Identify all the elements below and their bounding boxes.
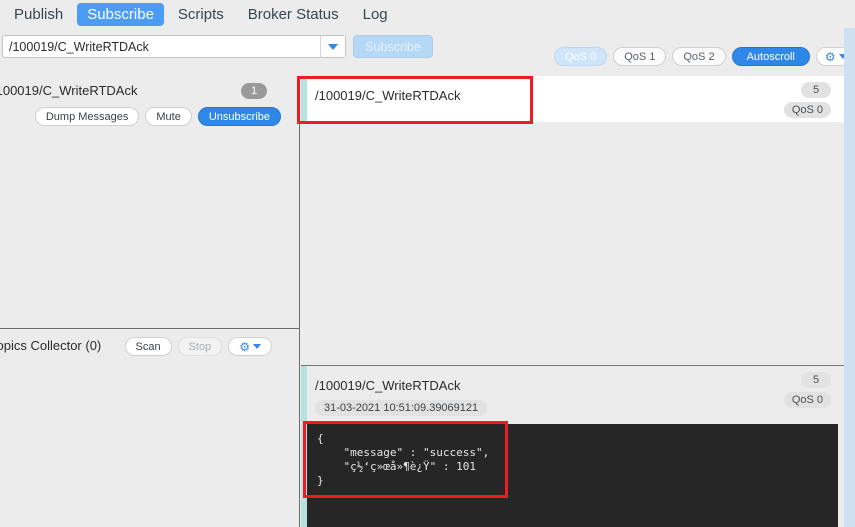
subscribe-button[interactable]: Subscribe	[353, 35, 433, 58]
tab-subscribe[interactable]: Subscribe	[77, 2, 164, 26]
message-detail-header: /100019/C_WriteRTDAck 31-03-2021 10:51:0…	[301, 366, 844, 416]
subscription-topic: /100019/C_WriteRTDAck	[0, 83, 138, 98]
messages-panel: /100019/C_WriteRTDAck 5 QoS 0 /100019/C_…	[301, 76, 844, 527]
scrollbar-top-cap	[844, 0, 855, 28]
message-entry-detail[interactable]: /100019/C_WriteRTDAck 31-03-2021 10:51:0…	[301, 366, 844, 527]
message-header: /100019/C_WriteRTDAck 5 QoS 0	[301, 76, 844, 122]
subscription-actions: Dump Messages Mute Unsubscribe	[34, 107, 281, 126]
left-panel: /100019/C_WriteRTDAck 1 Dump Messages Mu…	[0, 76, 300, 527]
qos-1-toggle[interactable]: QoS 1	[613, 47, 667, 66]
topic-input[interactable]: /100019/C_WriteRTDAck	[3, 40, 320, 54]
qos-controls: QoS 0 QoS 1 QoS 2 Autoscroll ⚙	[554, 47, 855, 66]
topic-dropdown-button[interactable]	[320, 36, 345, 57]
message-body-empty	[301, 122, 844, 365]
topics-collector-title: Topics Collector (0)	[0, 338, 102, 353]
stop-button[interactable]: Stop	[177, 337, 223, 356]
topics-collector-card: Topics Collector (0) Scan Stop ⚙	[0, 329, 299, 527]
message-count-badge: 5	[801, 372, 831, 388]
collector-settings-button[interactable]: ⚙	[228, 337, 272, 356]
message-topic: /100019/C_WriteRTDAck	[315, 88, 461, 103]
subscription-card: /100019/C_WriteRTDAck 1 Dump Messages Mu…	[0, 76, 299, 329]
qos-2-toggle[interactable]: QoS 2	[672, 47, 726, 66]
autoscroll-toggle[interactable]: Autoscroll	[731, 47, 810, 66]
subscription-list-body	[0, 128, 299, 328]
message-topic: /100019/C_WriteRTDAck	[315, 378, 461, 393]
qos-0-toggle[interactable]: QoS 0	[554, 47, 608, 66]
message-entry-selected[interactable]: /100019/C_WriteRTDAck 5 QoS 0	[301, 76, 844, 366]
topic-combobox[interactable]: /100019/C_WriteRTDAck	[2, 35, 346, 58]
message-meta: 5 QoS 0	[783, 372, 831, 408]
subscription-count-badge: 1	[241, 83, 267, 99]
chevron-down-icon	[328, 43, 338, 50]
tab-log[interactable]: Log	[353, 3, 398, 26]
chevron-down-icon	[253, 344, 261, 349]
message-payload: { "message" : "success", "ç½‘ç»œå»¶è¿Ÿ" …	[307, 424, 838, 527]
vertical-scrollbar[interactable]	[844, 28, 855, 527]
tab-broker-status[interactable]: Broker Status	[238, 3, 349, 26]
message-qos-badge: QoS 0	[783, 102, 831, 118]
message-accent-bar	[301, 76, 307, 122]
subscription-header: /100019/C_WriteRTDAck 1 Dump Messages Mu…	[0, 76, 299, 128]
tab-publish[interactable]: Publish	[4, 3, 73, 26]
topics-collector-header: Topics Collector (0) Scan Stop ⚙	[0, 329, 299, 365]
dump-messages-button[interactable]: Dump Messages	[34, 107, 140, 126]
message-qos-badge: QoS 0	[783, 392, 831, 408]
unsubscribe-button[interactable]: Unsubscribe	[197, 107, 281, 126]
mute-button[interactable]: Mute	[145, 107, 192, 126]
gear-icon: ⚙	[824, 49, 836, 64]
tab-scripts[interactable]: Scripts	[168, 3, 234, 26]
message-timestamp: 31-03-2021 10:51:09.39069121	[315, 400, 488, 416]
scan-button[interactable]: Scan	[124, 337, 172, 356]
main-tabbar: Publish Subscribe Scripts Broker Status …	[0, 0, 855, 28]
topics-collector-actions: Scan Stop ⚙	[124, 337, 272, 356]
message-count-badge: 5	[801, 82, 831, 98]
message-meta: 5 QoS 0	[783, 82, 831, 118]
gear-icon: ⚙	[239, 339, 250, 354]
mqtt-client-window: Publish Subscribe Scripts Broker Status …	[0, 0, 855, 527]
message-accent-bar	[301, 366, 307, 412]
